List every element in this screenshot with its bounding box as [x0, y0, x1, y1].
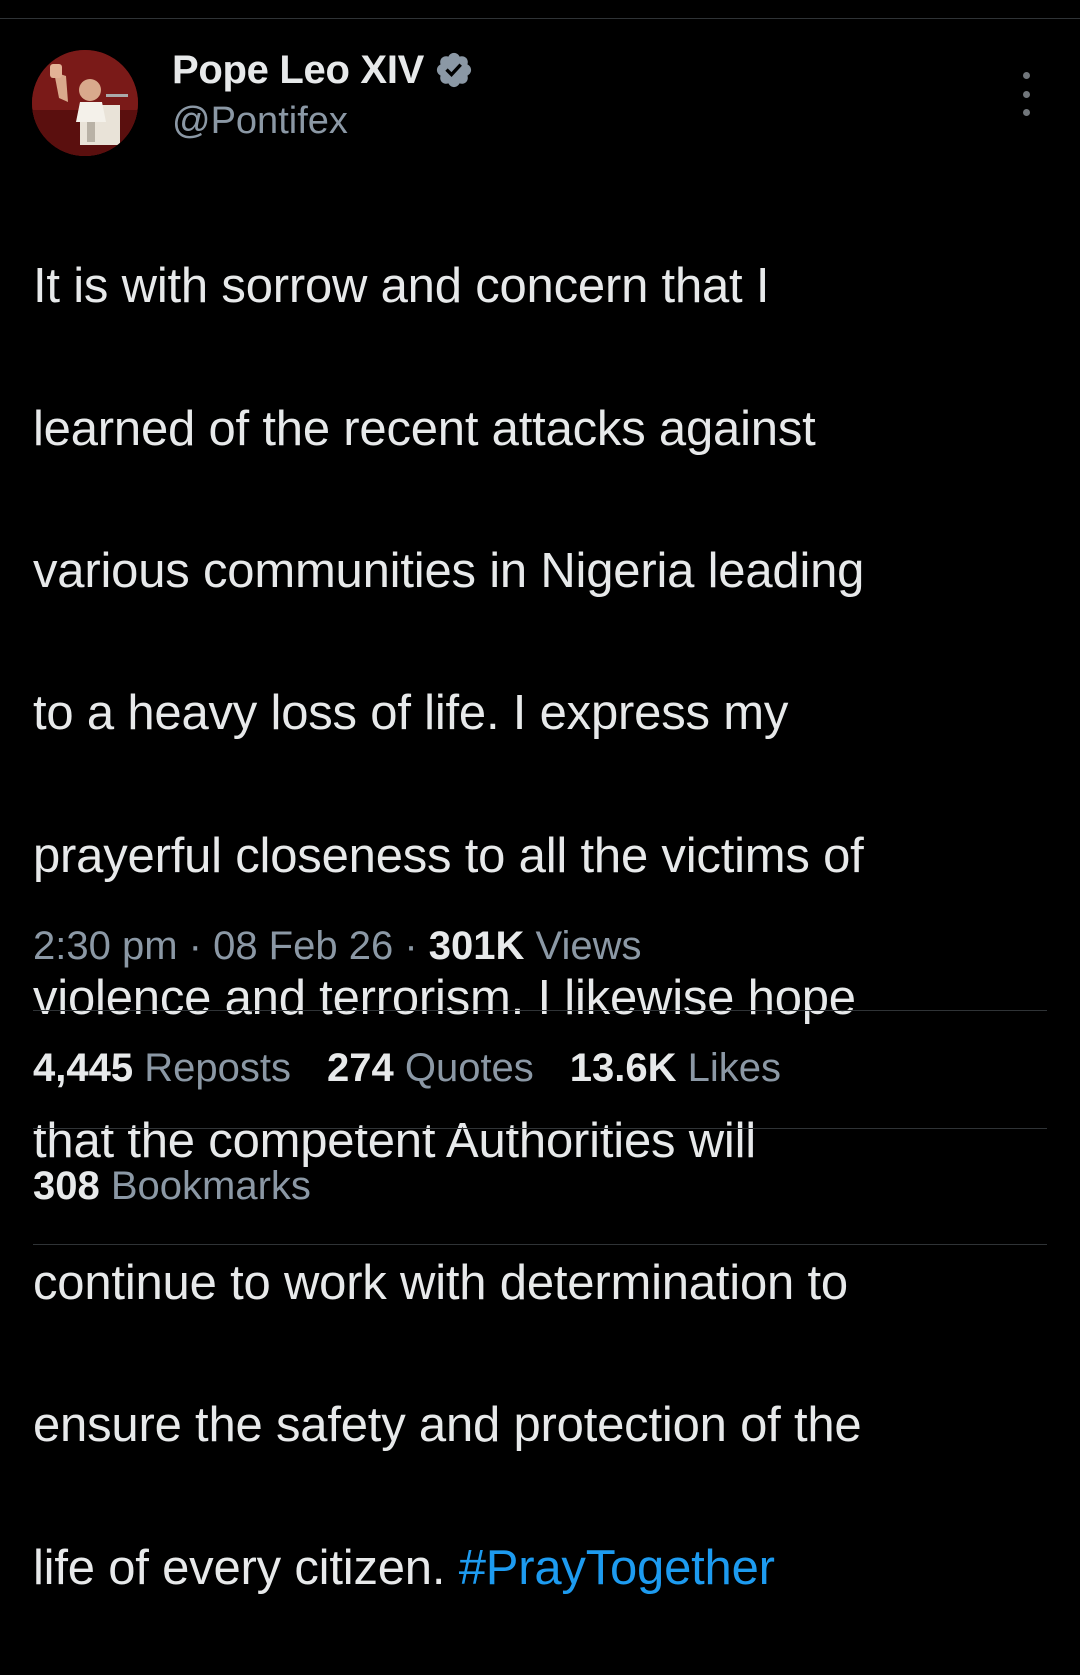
reposts-stat[interactable]: 4,445 Reposts [33, 1046, 291, 1091]
more-dot-icon [1022, 90, 1030, 98]
author-block: Pope Leo XIV @Pontifex [172, 46, 474, 143]
top-divider [0, 18, 1080, 19]
handle[interactable]: @Pontifex [172, 100, 474, 143]
quotes-stat[interactable]: 274 Quotes [327, 1046, 534, 1091]
divider [33, 1010, 1047, 1011]
divider [33, 1244, 1047, 1245]
tweet-date[interactable]: 08 Feb 26 [213, 924, 393, 968]
views-label: Views [524, 924, 642, 968]
divider [33, 1128, 1047, 1129]
tweet-line: It is with sorrow and concern that I [33, 259, 770, 314]
meta-separator: · [177, 924, 214, 968]
meta-separator: · [393, 924, 429, 968]
likes-label: Likes [676, 1046, 782, 1090]
likes-stat[interactable]: 13.6K Likes [570, 1046, 781, 1091]
name-row: Pope Leo XIV [172, 46, 474, 94]
tweet-line-last: life of every citizen. #PrayTogether [33, 1533, 1043, 1604]
tweet-line: learned of the recent attacks against [33, 401, 816, 456]
tweet-line-text: life of every citizen. [33, 1540, 459, 1595]
tweet-line: continue to work with determination to [33, 1256, 848, 1311]
tweet-line: violence and terrorism. I likewise hope [33, 971, 856, 1026]
bookmarks-count: 308 [33, 1164, 100, 1208]
quotes-count: 274 [326, 1046, 394, 1090]
tweet-line: prayerful closeness to all the victims o… [33, 828, 864, 883]
views-count: 301K [428, 924, 525, 968]
reposts-label: Reposts [133, 1046, 291, 1090]
bookmarks-stat[interactable]: 308 Bookmarks [33, 1164, 311, 1209]
quotes-label: Quotes [393, 1046, 534, 1090]
avatar[interactable] [32, 50, 138, 156]
display-name[interactable]: Pope Leo XIV [172, 48, 424, 93]
verified-badge-icon [436, 52, 472, 88]
avatar-photo [32, 50, 138, 156]
tweet-line: ensure the safety and protection of the [33, 1398, 862, 1453]
likes-count: 13.6K [569, 1046, 677, 1090]
reposts-count: 4,445 [33, 1046, 134, 1090]
tweet-time[interactable]: 2:30 pm [33, 924, 178, 968]
more-dot-icon [1022, 72, 1030, 79]
tweet-line: various communities in Nigeria leading [33, 544, 865, 599]
tweet-meta: 2:30 pm · 08 Feb 26 · 301K Views [33, 924, 641, 969]
bookmarks-label: Bookmarks [99, 1164, 311, 1208]
engagement-stats: 4,445 Reposts 274 Quotes 13.6K Likes [33, 1046, 817, 1091]
more-dot-icon [1022, 109, 1030, 116]
hashtag-link[interactable]: #PrayTogether [459, 1541, 775, 1595]
tweet-line: to a heavy loss of life. I express my [33, 686, 789, 741]
more-options-button[interactable] [1010, 72, 1042, 116]
